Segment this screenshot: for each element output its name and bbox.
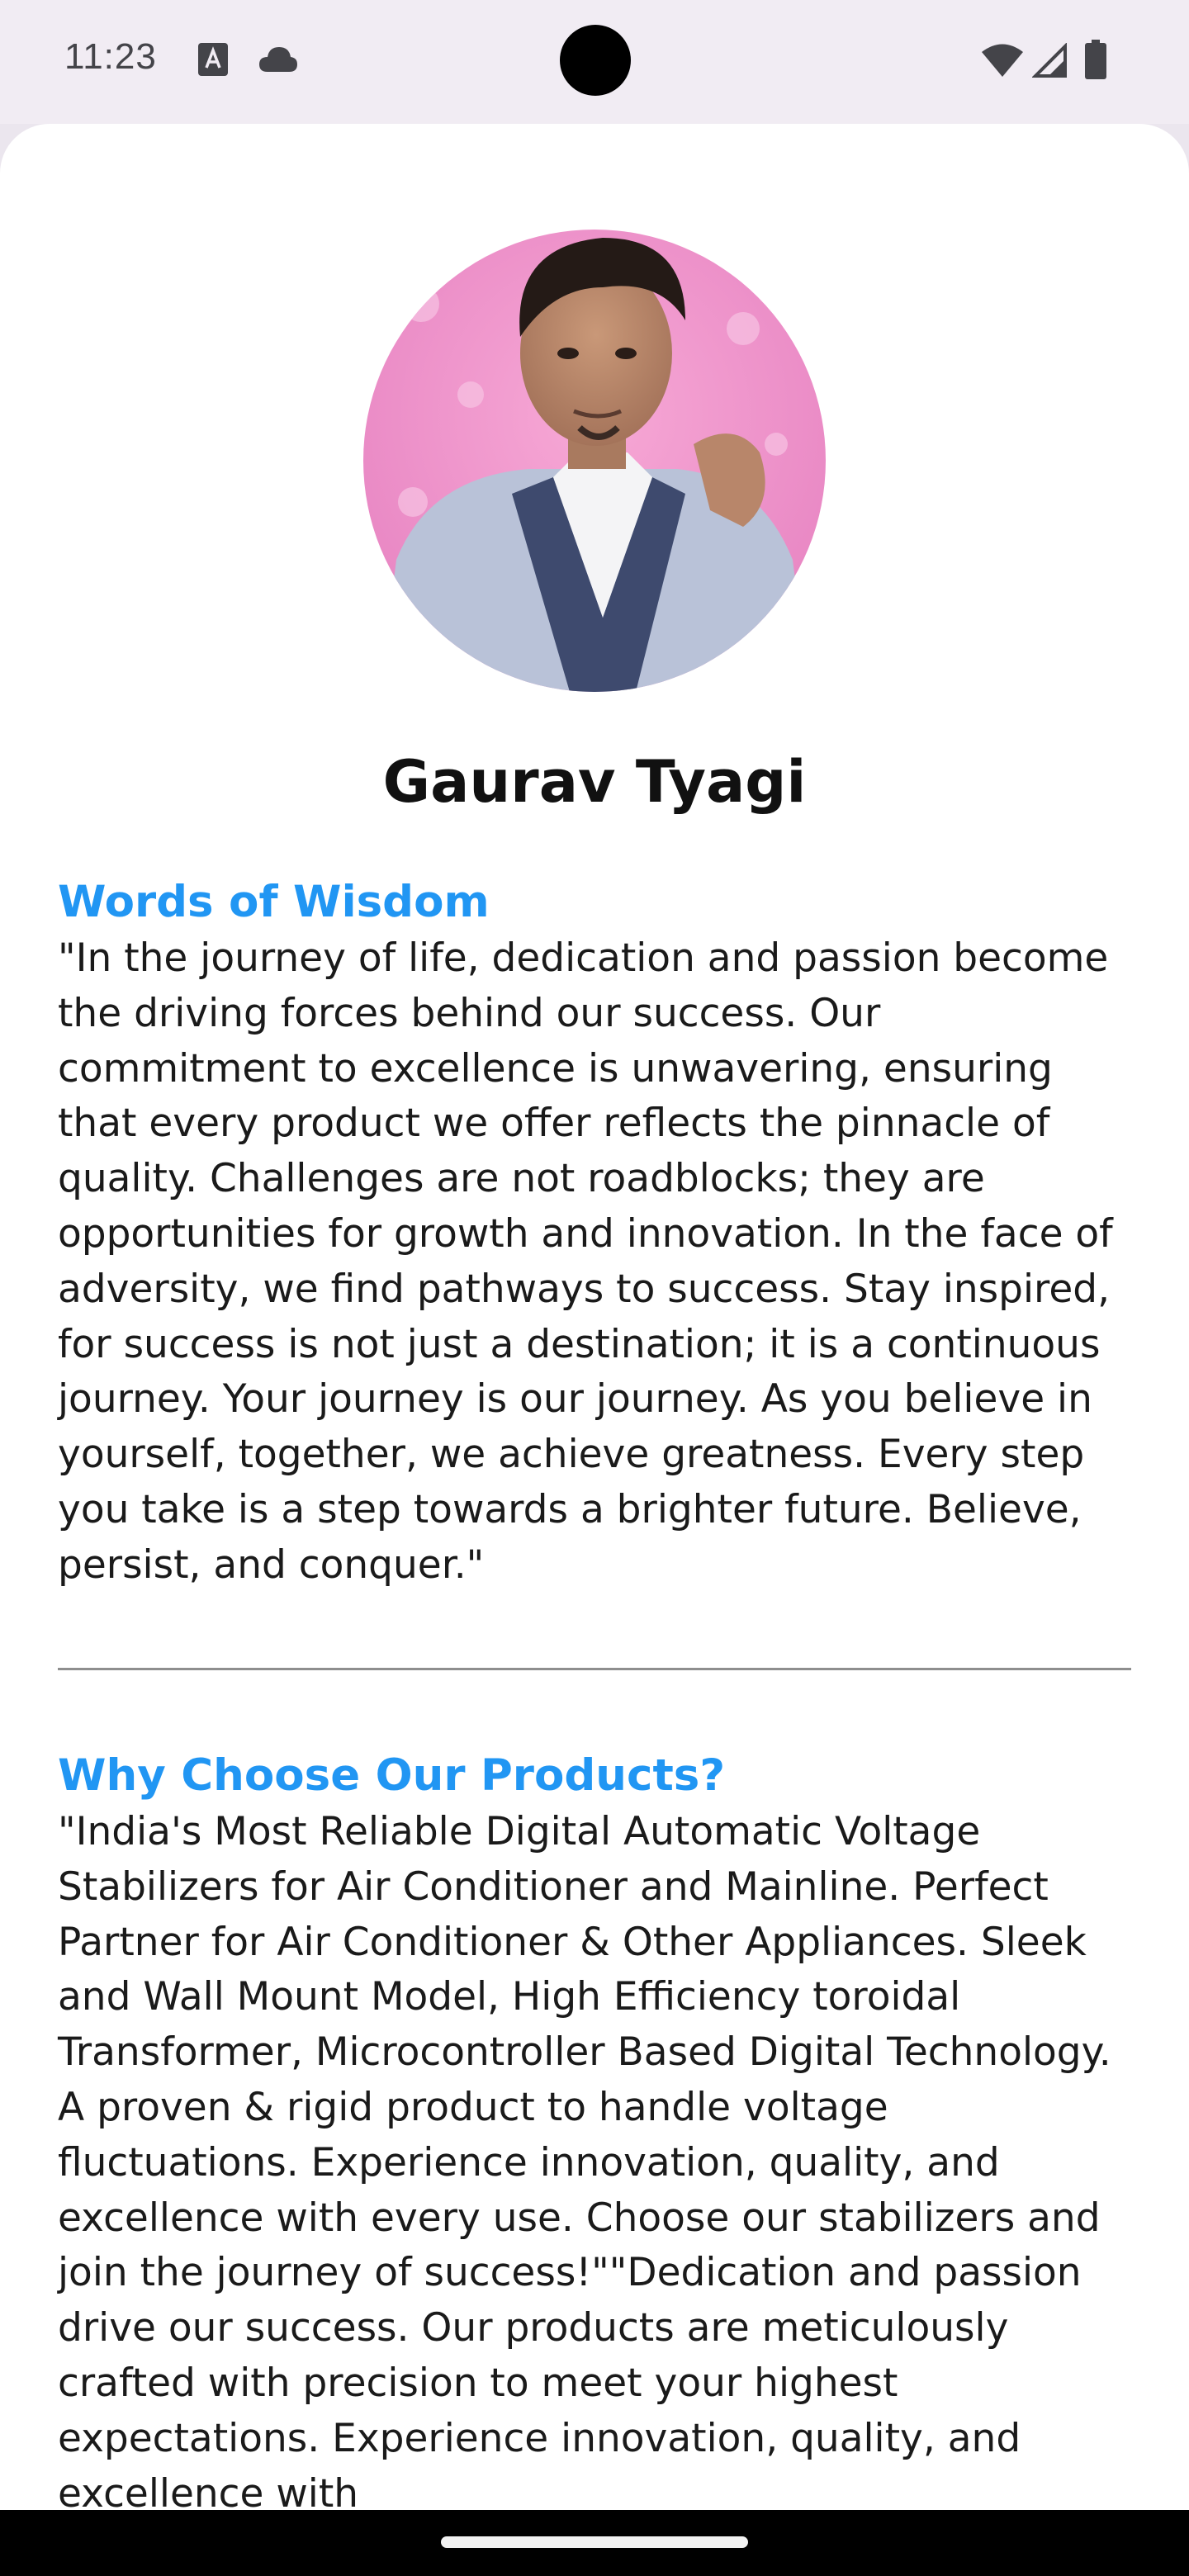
profile-sheet: Gaurav Tyagi Words of Wisdom "In the jou… xyxy=(0,124,1189,2510)
camera-cutout xyxy=(560,25,631,96)
cell-signal-icon xyxy=(1032,43,1067,78)
profile-name: Gaurav Tyagi xyxy=(382,748,807,816)
products-section-title: Why Choose Our Products? xyxy=(58,1750,726,1801)
section-divider xyxy=(58,1668,1131,1670)
wisdom-section-body: "In the journey of life, dedication and … xyxy=(58,935,1113,1588)
battery-icon xyxy=(1085,40,1106,79)
status-bar: 11:23 xyxy=(0,0,1189,124)
wifi-icon xyxy=(982,44,1023,77)
cloud-notification-icon xyxy=(259,47,297,72)
home-indicator[interactable] xyxy=(441,2536,748,2548)
wisdom-section-title: Words of Wisdom xyxy=(58,877,490,927)
navigation-bar xyxy=(0,2510,1189,2576)
products-section-body: "India's Most Reliable Digital Automatic… xyxy=(58,1809,1111,2510)
text-format-notification-icon xyxy=(198,43,228,76)
status-time: 11:23 xyxy=(64,36,157,77)
profile-photo xyxy=(363,230,826,692)
profile-avatar xyxy=(363,230,826,692)
